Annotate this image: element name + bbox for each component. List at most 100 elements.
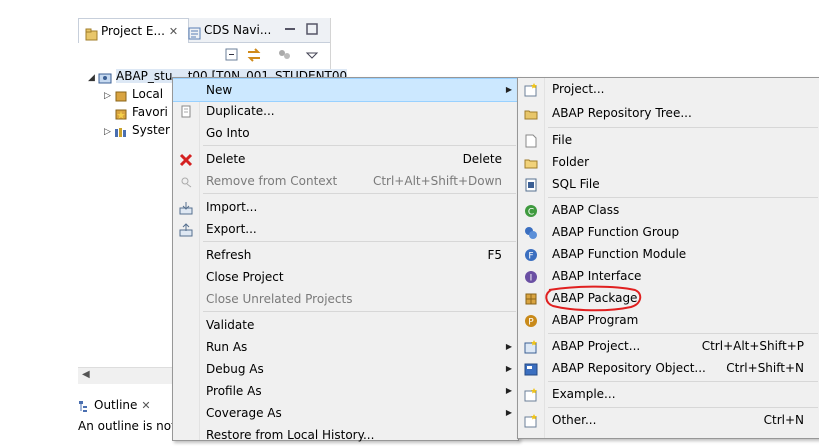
menu-item-label: SQL File: [552, 177, 600, 191]
menu-item-label: ABAP Repository Tree...: [552, 106, 692, 120]
menu-item-coverage-as[interactable]: Coverage As ▶: [173, 402, 518, 424]
menu-item-import[interactable]: Import...: [173, 196, 518, 218]
annotation-circle: [545, 285, 642, 312]
maximize-icon[interactable]: [305, 22, 319, 36]
abap-interface-icon: I: [524, 269, 538, 284]
view-menu-icon[interactable]: [304, 47, 320, 63]
submenu-item-abap-class[interactable]: C ABAP Class: [518, 199, 819, 221]
submenu-arrow-icon: ▶: [505, 408, 512, 417]
package-icon: [114, 89, 128, 101]
menu-item-label: Restore from Local History...: [206, 428, 375, 442]
menu-item-profile-as[interactable]: Profile As ▶: [173, 380, 518, 402]
menu-item-label: Delete: [206, 152, 246, 166]
scroll-left-icon[interactable]: ◀: [82, 369, 90, 380]
export-icon: [179, 222, 193, 237]
function-group-icon: [524, 225, 538, 239]
collapsed-arrow-icon[interactable]: ▷: [104, 123, 114, 141]
explorer-toolbar: [78, 43, 330, 67]
menu-item-delete[interactable]: Delete Delete: [173, 148, 518, 170]
submenu-item-file[interactable]: File: [518, 129, 819, 151]
cds-navigator-icon: [188, 24, 201, 40]
abap-program-icon: P: [524, 313, 538, 328]
tree-item-favorites[interactable]: Favori: [114, 103, 168, 121]
submenu-item-abap-function-group[interactable]: ABAP Function Group: [518, 221, 819, 243]
outline-message: An outline is not a: [78, 419, 187, 433]
menu-item-label: Export...: [206, 222, 257, 236]
menu-separator: [203, 193, 516, 194]
menu-item-refresh[interactable]: Refresh F5: [173, 244, 518, 266]
sql-file-icon: [524, 177, 538, 192]
new-submenu: Project... ABAP Repository Tree... File …: [517, 77, 819, 439]
menu-item-shortcut: Ctrl+Alt+Shift+Down: [372, 174, 502, 188]
menu-item-duplicate[interactable]: Duplicate...: [173, 100, 518, 122]
system-library-icon: [114, 125, 128, 137]
submenu-arrow-icon: ▶: [505, 386, 512, 395]
submenu-item-project[interactable]: Project...: [518, 78, 819, 100]
menu-item-label: Run As: [206, 340, 248, 354]
svg-text:I: I: [530, 274, 533, 284]
close-icon[interactable]: ✕: [169, 20, 178, 43]
view-tab-bar: Project E... ✕ CDS Navi...: [78, 18, 330, 43]
tab-outline-label: Outline: [94, 398, 138, 412]
menu-item-new[interactable]: New ▶: [173, 78, 518, 102]
menu-item-go-into[interactable]: Go Into: [173, 122, 518, 144]
submenu-item-abap-repository-tree[interactable]: ABAP Repository Tree...: [518, 102, 819, 124]
menu-item-label: Profile As: [206, 384, 262, 398]
menu-item-export[interactable]: Export...: [173, 218, 518, 240]
abap-package-icon: [524, 291, 538, 305]
import-icon: [179, 200, 193, 215]
repository-tree-icon: [524, 106, 538, 120]
submenu-item-example[interactable]: Example...: [518, 383, 819, 405]
collapsed-arrow-icon[interactable]: ▷: [104, 87, 114, 105]
delete-icon: [179, 152, 193, 167]
tab-outline[interactable]: Outline ✕: [78, 395, 173, 415]
menu-item-validate[interactable]: Validate: [173, 314, 518, 336]
tree-item-system[interactable]: ▷ Syster: [104, 121, 170, 139]
new-abap-project-icon: [524, 339, 538, 354]
submenu-item-abap-program[interactable]: P ABAP Program: [518, 309, 819, 331]
minimize-icon[interactable]: [283, 22, 297, 36]
menu-separator: [548, 381, 818, 382]
abap-class-icon: C: [524, 203, 538, 218]
menu-item-close-unrelated-projects[interactable]: Close Unrelated Projects: [173, 288, 518, 310]
menu-item-label: Other...: [552, 413, 597, 427]
tab-project-explorer[interactable]: Project E... ✕: [78, 18, 189, 43]
menu-separator: [203, 145, 516, 146]
project-context-menu: New ▶ Duplicate... Go Into Delete Delete…: [172, 77, 519, 442]
submenu-item-sql-file[interactable]: SQL File: [518, 173, 819, 195]
menu-separator: [203, 241, 516, 242]
menu-item-shortcut: Ctrl+Alt+Shift+P: [701, 339, 804, 353]
menu-item-label: ABAP Program: [552, 313, 639, 327]
menu-item-restore-local-history[interactable]: Restore from Local History...: [173, 424, 518, 446]
menu-item-label: File: [552, 133, 573, 147]
menu-item-close-project[interactable]: Close Project: [173, 266, 518, 288]
menu-item-label: ABAP Repository Object...: [552, 361, 706, 375]
submenu-item-folder[interactable]: Folder: [518, 151, 819, 173]
submenu-item-abap-project[interactable]: ABAP Project... Ctrl+Alt+Shift+P: [518, 335, 819, 357]
menu-separator: [203, 311, 516, 312]
horizontal-scrollbar[interactable]: ◀: [78, 367, 173, 384]
menu-item-shortcut: Ctrl+N: [763, 413, 804, 427]
link-with-editor-icon[interactable]: [246, 47, 262, 63]
menu-item-label: ABAP Project...: [552, 339, 641, 353]
submenu-item-abap-repository-object[interactable]: ABAP Repository Object... Ctrl+Shift+N: [518, 357, 819, 379]
menu-item-shortcut: F5: [487, 248, 502, 262]
menu-item-run-as[interactable]: Run As ▶: [173, 336, 518, 358]
menu-item-label: New: [206, 83, 233, 97]
close-icon[interactable]: ✕: [141, 396, 150, 416]
menu-item-debug-as[interactable]: Debug As ▶: [173, 358, 518, 380]
menu-item-label: Project...: [552, 82, 605, 96]
submenu-item-other[interactable]: Other... Ctrl+N: [518, 409, 819, 431]
tab-cds-navigator[interactable]: CDS Navi...: [182, 18, 276, 42]
menu-item-label: Example...: [552, 387, 616, 401]
menu-item-remove-from-context[interactable]: Remove from Context Ctrl+Alt+Shift+Down: [173, 170, 518, 192]
tree-item-local[interactable]: ▷ Local: [104, 85, 163, 103]
tab-project-explorer-label: Project E...: [101, 24, 165, 38]
expanded-arrow-icon[interactable]: ◢: [88, 69, 98, 87]
submenu-item-abap-function-module[interactable]: F ABAP Function Module: [518, 243, 819, 265]
filter-icon[interactable]: [276, 47, 292, 63]
collapse-all-icon[interactable]: [224, 47, 240, 63]
tree-item-label: Favori: [132, 105, 168, 119]
menu-item-label: Import...: [206, 200, 258, 214]
menu-item-label: Folder: [552, 155, 590, 169]
